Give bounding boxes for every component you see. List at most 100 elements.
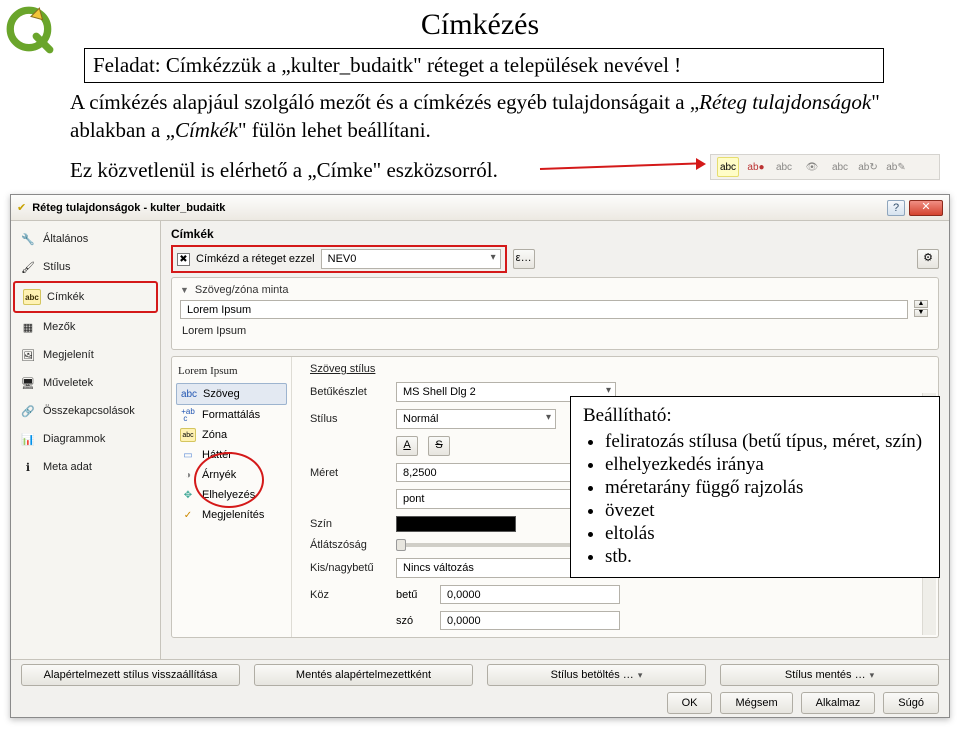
sidebar-item-rendering[interactable]: 🖼 Megjelenít bbox=[11, 341, 160, 369]
brush-icon: 🖌 bbox=[19, 259, 37, 275]
form-label: Köz bbox=[310, 589, 386, 601]
combo-value: MS Shell Dlg 2 bbox=[403, 386, 476, 398]
format-icon: +ab c bbox=[180, 408, 196, 422]
chart-icon: 📊 bbox=[19, 431, 37, 447]
join-icon: 🔗 bbox=[19, 403, 37, 419]
restore-default-style-button[interactable]: Alapértelmezett stílus visszaállítása bbox=[21, 664, 240, 686]
combo-value: Normál bbox=[403, 413, 438, 425]
label-tool-icon[interactable]: ab↻ bbox=[857, 157, 879, 177]
sidebar-item-label: Műveletek bbox=[43, 377, 93, 389]
sidebar-item-metadata[interactable]: ℹ Meta adat bbox=[11, 453, 160, 481]
label-field-combo[interactable]: NEV0 bbox=[321, 249, 501, 269]
sidebar-item-label: Megjelenít bbox=[43, 349, 94, 361]
dialog-help-button[interactable]: ? bbox=[887, 200, 905, 216]
load-style-button[interactable]: Stílus betöltés … bbox=[487, 664, 706, 686]
sidebar-item-label: Meta adat bbox=[43, 461, 92, 473]
label-tool-icon[interactable]: 👁 bbox=[801, 157, 823, 177]
page-title: Címkézés bbox=[0, 8, 960, 42]
expression-button[interactable]: ε… bbox=[513, 249, 535, 269]
label-enable-group: ✖ Címkézd a réteget ezzel NEV0 bbox=[171, 245, 507, 273]
description-2: Ez közvetlenül is elérhető a „Címke" esz… bbox=[70, 158, 670, 183]
dialog-footer: Alapértelmezett stílus visszaállítása Me… bbox=[11, 659, 949, 717]
font-style-combo[interactable]: Normál bbox=[396, 409, 556, 429]
settings-cat-label: Szöveg bbox=[203, 388, 240, 400]
enable-labels-checkbox[interactable]: ✖ bbox=[177, 253, 190, 266]
settings-cat-label: Zóna bbox=[202, 429, 227, 441]
form-label: Kis/nagybetű bbox=[310, 562, 386, 574]
abc-icon: abc bbox=[180, 428, 196, 442]
settings-cat-buffer[interactable]: abc Zóna bbox=[176, 425, 287, 445]
input-value: 0,0000 bbox=[447, 589, 481, 601]
sidebar-item-diagrams[interactable]: 📊 Diagrammok bbox=[11, 425, 160, 453]
sample-panel: ▼Szöveg/zóna minta Lorem Ipsum Lorem Ips… bbox=[171, 277, 939, 350]
actions-icon: 🖥 bbox=[19, 375, 37, 391]
input-value: 0,0000 bbox=[447, 615, 481, 627]
text-style-heading: Szöveg stílus bbox=[310, 363, 386, 375]
slider-thumb[interactable] bbox=[396, 539, 406, 551]
properties-sidebar: 🔧 Általános 🖌Stílus abc Címkék ▦Mezők 🖼 Meg… bbox=[11, 221, 161, 685]
spacing-word-label: szó bbox=[396, 615, 430, 627]
sidebar-item-label: Általános bbox=[43, 233, 88, 245]
sidebar-item-label: Összekapcsolások bbox=[43, 405, 135, 417]
render-icon: 🖼 bbox=[19, 347, 37, 363]
enable-labels-label: Címkézd a réteget ezzel bbox=[196, 253, 315, 265]
help-button[interactable]: Súgó bbox=[883, 692, 939, 714]
spacing-mode-label: betű bbox=[396, 589, 430, 601]
sidebar-item-fields[interactable]: ▦Mezők bbox=[11, 313, 160, 341]
label-tool-icon[interactable]: abc bbox=[829, 157, 851, 177]
combo-value: pont bbox=[403, 493, 424, 505]
apply-button[interactable]: Alkalmaz bbox=[801, 692, 876, 714]
form-label: Betűkészlet bbox=[310, 386, 386, 398]
settings-cat-label: Formattálás bbox=[202, 409, 260, 421]
strikeout-button[interactable]: S bbox=[428, 436, 450, 456]
sidebar-item-label: Címkék bbox=[47, 291, 84, 303]
callout-item: övezet bbox=[605, 500, 927, 522]
engine-settings-button[interactable]: ⚙ bbox=[917, 249, 939, 269]
highlight-ellipse bbox=[194, 452, 264, 508]
task-box: Feladat: Címkézzük a „kulter_budaitk" ré… bbox=[84, 48, 884, 83]
label-tool-icon[interactable]: ab● bbox=[745, 157, 767, 177]
info-icon: ℹ bbox=[19, 459, 37, 475]
settings-cat-rendering[interactable]: ✓Megjelenítés bbox=[176, 505, 287, 525]
dialog-titlebar: ✔ Réteg tulajdonságok - kulter_budaitk ?… bbox=[11, 195, 949, 221]
preview-label: Lorem Ipsum bbox=[176, 361, 287, 383]
form-label: Szín bbox=[310, 518, 386, 530]
letter-spacing-input[interactable]: 0,0000 bbox=[440, 585, 620, 604]
callout-item: feliratozás stílusa (betű típus, méret, … bbox=[605, 431, 927, 453]
sidebar-item-joins[interactable]: 🔗 Összekapcsolások bbox=[11, 397, 160, 425]
form-label: Átlátszóság bbox=[310, 539, 386, 551]
sidebar-item-style[interactable]: 🖌Stílus bbox=[11, 253, 160, 281]
form-label: Stílus bbox=[310, 413, 386, 425]
label-tool-icon[interactable]: ab✎ bbox=[885, 157, 907, 177]
label-tool-primary-icon[interactable]: abc bbox=[717, 157, 739, 177]
arrow-head bbox=[696, 158, 706, 170]
ok-button[interactable]: OK bbox=[667, 692, 713, 714]
sidebar-item-actions[interactable]: 🖥 Műveletek bbox=[11, 369, 160, 397]
combo-value: NEV0 bbox=[328, 253, 357, 265]
sidebar-item-label: Diagrammok bbox=[43, 433, 105, 445]
sample-text-input[interactable]: Lorem Ipsum bbox=[180, 300, 908, 319]
label-tool-icon[interactable]: abc bbox=[773, 157, 795, 177]
sample-zoom-spin[interactable]: ▲▼ bbox=[914, 300, 930, 317]
description-1: A címkézés alapjául szolgáló mezőt és a … bbox=[70, 88, 890, 145]
underline-button[interactable]: A bbox=[396, 436, 418, 456]
cancel-button[interactable]: Mégsem bbox=[720, 692, 792, 714]
abc-icon: abc bbox=[23, 289, 41, 305]
word-spacing-input[interactable]: 0,0000 bbox=[440, 611, 620, 630]
collapse-icon[interactable]: ▼ bbox=[180, 285, 189, 295]
save-style-button[interactable]: Stílus mentés … bbox=[720, 664, 939, 686]
input-value: 8,2500 bbox=[403, 467, 437, 479]
callout-item: méretarány függő rajzolás bbox=[605, 477, 927, 499]
callout-box: Beállítható: feliratozás stílusa (betű t… bbox=[570, 396, 940, 578]
wrench-icon: 🔧 bbox=[19, 231, 37, 247]
sidebar-item-general[interactable]: 🔧 Általános bbox=[11, 225, 160, 253]
label-toolbar: abc ab● abc 👁 abc ab↻ ab✎ bbox=[710, 154, 940, 180]
sidebar-item-label: Mezők bbox=[43, 321, 75, 333]
dialog-title-text: Réteg tulajdonságok - kulter_budaitk bbox=[32, 202, 225, 214]
sidebar-item-labels[interactable]: abc Címkék bbox=[13, 281, 158, 313]
settings-cat-formatting[interactable]: +ab c Formattálás bbox=[176, 405, 287, 425]
save-as-default-button[interactable]: Mentés alapértelmezettként bbox=[254, 664, 473, 686]
dialog-close-button[interactable]: ✕ bbox=[909, 200, 943, 216]
font-color-picker[interactable] bbox=[396, 516, 516, 532]
settings-cat-text[interactable]: abcSzöveg bbox=[176, 383, 287, 405]
